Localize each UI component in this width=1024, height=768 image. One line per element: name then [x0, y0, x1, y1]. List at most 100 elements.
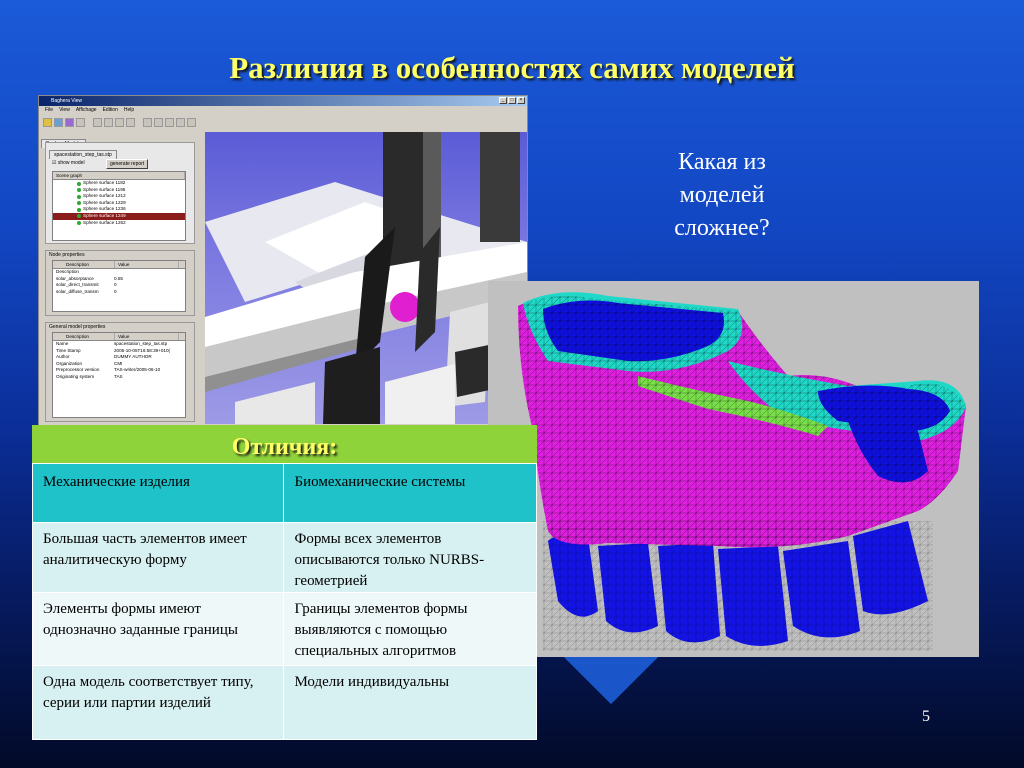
table-cell: Одна модель соответствует типу, серии ил… — [31, 665, 285, 740]
property-row[interactable]: Description — [53, 269, 185, 276]
node-col-description: Description — [63, 261, 115, 268]
scene-graph-item[interactable]: Sphere surface 1262 — [53, 220, 185, 227]
node-col-value: Value — [115, 261, 179, 268]
property-value: 2005-10-05T16:58:39+010( — [114, 347, 171, 353]
property-key: solar_direct_transmit — [56, 282, 99, 288]
app-menubar: File View Affichage Edition Help — [39, 106, 527, 115]
slide-title: Различия в особенностях самих моделей — [229, 50, 795, 85]
view-icon[interactable] — [93, 117, 102, 127]
property-row[interactable]: solar_diffuse_transm 0 — [53, 289, 185, 296]
scene-graph-item[interactable]: Sphere surface 1249 — [53, 212, 185, 220]
maximize-icon[interactable]: □ — [508, 97, 516, 104]
property-key: solar_diffuse_transm — [56, 288, 99, 294]
property-key: Preprocessor version — [56, 367, 100, 373]
property-row[interactable]: Name spacestation_step_tas.stp — [53, 341, 185, 348]
property-value: TAS — [114, 373, 123, 379]
menu-help[interactable]: Help — [124, 106, 134, 115]
table-row: Элементы формы имеют однозначно заданные… — [31, 592, 537, 666]
general-col-value: Value — [115, 333, 179, 340]
property-value: 0 — [114, 288, 117, 294]
rotate-icon[interactable] — [154, 117, 163, 127]
property-row[interactable]: solar_absorptance 0.55 — [53, 276, 185, 283]
tooth-model-render — [518, 292, 966, 651]
pointer-icon[interactable] — [143, 117, 152, 127]
table-cell: Модели индивидуальны — [283, 665, 537, 740]
property-row[interactable]: Originating system TAS — [53, 374, 185, 381]
zoom-icon[interactable] — [165, 117, 174, 127]
table-cell: Границы элементов формы выявляются с пом… — [283, 592, 537, 666]
property-row[interactable]: Time Stamp 2005-10-05T16:58:39+010( — [53, 348, 185, 355]
differences-table: Механические изделия Биомеханические сис… — [31, 463, 537, 740]
fit-icon[interactable] — [187, 117, 196, 127]
view3-icon[interactable] — [115, 117, 124, 127]
table-cell: Формы всех элементов описываются только … — [283, 522, 537, 593]
color-icon[interactable] — [65, 117, 74, 127]
property-value — [114, 269, 185, 276]
dental-mesh-image — [488, 281, 979, 657]
property-row[interactable]: solar_direct_transmit 0 — [53, 282, 185, 289]
menu-file[interactable]: File — [45, 106, 53, 115]
table-cell: Большая часть элементов имеет аналитичес… — [31, 522, 285, 593]
app-toolbar — [39, 115, 527, 129]
question-text: Какая из моделей сложнее? — [674, 149, 770, 241]
app-title: Baghera View — [51, 98, 83, 104]
property-value: CMI — [114, 360, 123, 366]
scene-graph-item[interactable]: Sphere surface 1195 — [53, 187, 185, 194]
menu-affichage[interactable]: Affichage — [76, 106, 97, 115]
property-key: Description — [56, 269, 79, 274]
space-station-render — [205, 132, 527, 424]
table-header-row: Механические изделия Биомеханические сис… — [31, 463, 537, 523]
node-properties-label: Node properties — [49, 252, 85, 258]
property-row[interactable]: Organization CMI — [53, 361, 185, 368]
property-row[interactable]: Preprocessor version TAS-writer/2005-06-1… — [53, 367, 185, 374]
property-value: 0.55 — [114, 275, 123, 281]
pan-icon[interactable] — [176, 117, 185, 127]
scene-graph-item[interactable]: Sphere surface 1182 — [53, 180, 185, 187]
general-col-description: Description — [63, 333, 115, 340]
header-biomechanical: Биомеханические системы — [283, 463, 537, 523]
app-titlebar: Baghera View _ □ × — [39, 96, 527, 106]
scene-graph-item[interactable]: Sphere surface 1236 — [53, 206, 185, 213]
scene-graph-item[interactable]: Sphere surface 1212 — [53, 193, 185, 200]
page-number: 5 — [922, 708, 930, 725]
table-row: Большая часть элементов имеет аналитичес… — [31, 522, 537, 593]
save-icon[interactable] — [54, 117, 63, 127]
scene-graph-item[interactable]: Sphere surface 1229 — [53, 200, 185, 207]
show-model-checkbox-icon[interactable]: ☑ — [52, 160, 56, 166]
menu-view[interactable]: View — [59, 106, 70, 115]
property-key: Name — [56, 341, 69, 346]
property-key: Organization — [56, 360, 83, 366]
table-cell: Элементы формы имеют однозначно заданные… — [31, 592, 285, 666]
node-properties-panel: Node properties Description Value Descrip… — [45, 250, 195, 316]
scene-graph-label: Scene graph — [53, 172, 185, 179]
comparison-table: Отличия: Механические изделия Биомеханич… — [31, 425, 537, 740]
property-key: Originating system — [56, 373, 95, 379]
open-icon[interactable] — [43, 117, 52, 127]
close-icon[interactable]: × — [517, 97, 525, 104]
general-properties-panel: General model properties Description Valu… — [45, 322, 195, 422]
property-value: DUMMY AUTHOR — [114, 354, 152, 360]
property-key: Author — [56, 354, 70, 360]
show-model-label: show model — [57, 160, 85, 166]
property-row[interactable]: Author DUMMY AUTHOR — [53, 354, 185, 361]
menu-edition[interactable]: Edition — [103, 106, 118, 115]
view2-icon[interactable] — [104, 117, 113, 127]
property-value: TAS-writer/2005-06-10 — [114, 367, 161, 373]
property-value: 0 — [114, 282, 117, 288]
property-key: solar_absorptance — [56, 275, 94, 281]
3d-viewport[interactable] — [205, 132, 527, 424]
header-mechanical: Механические изделия — [31, 463, 285, 523]
view4-icon[interactable] — [126, 117, 135, 127]
generate-report-button[interactable]: generate report — [106, 159, 149, 169]
cad-app-window: Baghera View _ □ × File View Affichage E… — [38, 95, 528, 428]
app-left-panel: BagheraModule spacestation_step_tas.stp … — [41, 132, 203, 424]
property-value: spacestation_step_tas.stp — [114, 341, 168, 346]
paint-icon[interactable] — [76, 117, 85, 127]
scene-graph: Scene graph Sphere surface 1182 Sphere su… — [52, 171, 186, 241]
tab-file[interactable]: spacestation_step_tas.stp — [49, 150, 117, 159]
file-panel: spacestation_step_tas.stp ☑ show model g… — [45, 142, 195, 244]
minimize-icon[interactable]: _ — [499, 97, 507, 104]
table-row: Одна модель соответствует типу, серии ил… — [31, 665, 537, 740]
table-title: Отличия: — [32, 425, 537, 463]
general-properties-label: General model properties — [49, 324, 106, 330]
